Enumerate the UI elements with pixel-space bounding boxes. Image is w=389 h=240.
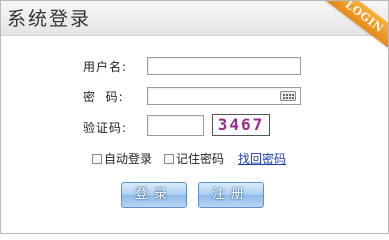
password-input[interactable] bbox=[147, 87, 301, 105]
register-button[interactable]: 注册 bbox=[198, 182, 264, 208]
login-dialog: 系统登录 LOGIN 用户名: 密 码: 验证码: 3467 自动登录 记住密码… bbox=[0, 0, 389, 234]
captcha-label: 验证码: bbox=[83, 121, 128, 135]
login-button[interactable]: 登录 bbox=[121, 182, 187, 208]
title-bar: 系统登录 LOGIN bbox=[1, 1, 388, 62]
recover-password-link[interactable]: 找回密码 bbox=[238, 151, 286, 167]
remember-password-label: 记住密码 bbox=[176, 152, 225, 166]
username-input[interactable] bbox=[147, 57, 301, 75]
remember-password-option[interactable]: 记住密码 bbox=[164, 151, 224, 167]
captcha-image[interactable]: 3467 bbox=[212, 114, 270, 136]
remember-password-checkbox[interactable] bbox=[164, 154, 174, 164]
password-label: 密 码: bbox=[83, 90, 124, 104]
auto-login-checkbox[interactable] bbox=[92, 154, 102, 164]
auto-login-label: 自动登录 bbox=[104, 152, 153, 166]
login-ribbon: LOGIN bbox=[310, 1, 388, 62]
username-label: 用户名: bbox=[83, 60, 128, 74]
keyboard-icon[interactable] bbox=[280, 91, 296, 101]
auto-login-option[interactable]: 自动登录 bbox=[92, 151, 152, 167]
captcha-input[interactable] bbox=[147, 115, 204, 136]
dialog-title: 系统登录 bbox=[7, 8, 92, 30]
